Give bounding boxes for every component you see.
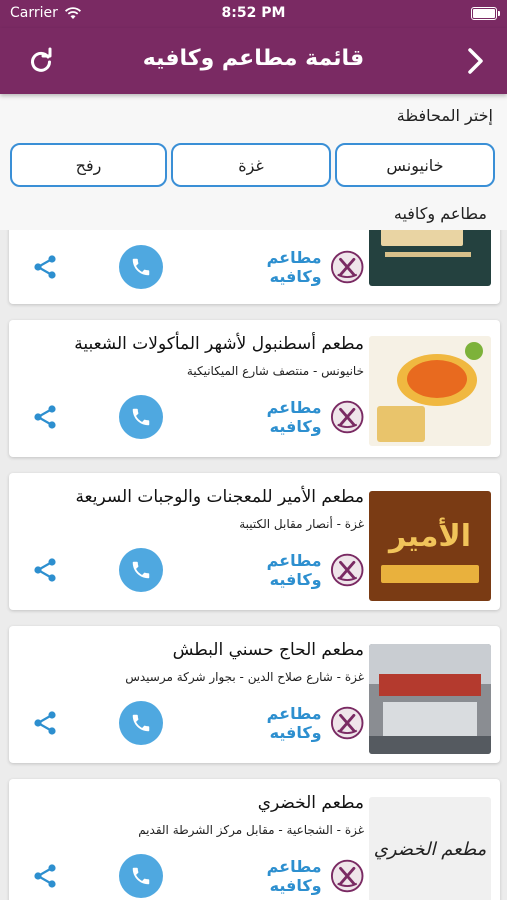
page-title: قائمة مطاعم وكافيه — [142, 46, 365, 71]
status-time: 8:52 PM — [221, 5, 286, 21]
restaurant-card[interactable]: الأمير مطعم الأمير للمعجنات والوجبات الس… — [9, 473, 500, 610]
restaurant-thumbnail — [369, 336, 491, 446]
share-icon[interactable] — [31, 556, 59, 584]
phone-icon — [132, 867, 150, 885]
chip-rafah[interactable]: رفح — [10, 143, 167, 187]
restaurant-badge-icon — [330, 553, 364, 587]
chip-khanyounis[interactable]: خانيونس — [335, 143, 495, 187]
category-tag: مطاعم وكافيه — [214, 397, 364, 437]
restaurant-address: غزة - أنصار مقابل الكتيبة — [239, 517, 364, 531]
nav-bar: قائمة مطاعم وكافيه — [0, 28, 507, 94]
call-button[interactable] — [119, 854, 163, 898]
restaurant-badge-icon — [330, 250, 364, 284]
restaurant-name: مطعم أسطنبول لأشهر المأكولات الشعبية — [74, 334, 364, 354]
restaurant-thumbnail — [369, 644, 491, 754]
section-title: مطاعم وكافيه — [393, 204, 487, 223]
restaurant-badge-icon — [330, 859, 364, 893]
restaurant-list: مطاعم وكافيه مطعم أسطنبول لأشهر المأكولا… — [0, 230, 507, 900]
phone-icon — [132, 258, 150, 276]
share-icon[interactable] — [31, 709, 59, 737]
phone-icon — [132, 408, 150, 426]
battery-icon — [471, 7, 500, 20]
restaurant-name: مطعم الحاج حسني البطش — [172, 640, 364, 660]
category-tag: مطاعم وكافيه — [214, 703, 364, 743]
share-icon[interactable] — [31, 253, 59, 281]
restaurant-badge-icon — [330, 706, 364, 740]
restaurant-card[interactable]: مطعم أسطنبول لأشهر المأكولات الشعبية خان… — [9, 320, 500, 457]
restaurant-address: غزة - شارع صلاح الدين - بجوار شركة مرسيد… — [125, 670, 364, 684]
restaurant-thumbnail: مطعم الخضري — [369, 797, 491, 900]
filter-label: إختر المحافظة — [396, 106, 493, 125]
category-label: مطاعم وكافيه — [266, 398, 322, 436]
category-tag: مطاعم وكافيه — [214, 550, 364, 590]
category-tag: مطاعم وكافيه — [214, 247, 364, 287]
phone-icon — [132, 561, 150, 579]
restaurant-badge-icon — [330, 400, 364, 434]
thumbnail-text: الأمير — [388, 519, 472, 554]
call-button[interactable] — [119, 395, 163, 439]
restaurant-address: خانيونس - منتصف شارع الميكانيكية — [186, 364, 364, 378]
call-button[interactable] — [119, 548, 163, 592]
call-button[interactable] — [119, 245, 163, 289]
restaurant-card[interactable]: مطعم الخضري مطعم الخضري غزة - الشجاعية -… — [9, 779, 500, 900]
phone-icon — [132, 714, 150, 732]
category-label: مطاعم وكافيه — [266, 704, 322, 742]
share-icon[interactable] — [31, 862, 59, 890]
category-label: مطاعم وكافيه — [266, 248, 322, 286]
category-label: مطاعم وكافيه — [266, 551, 322, 589]
restaurant-name: مطعم الأمير للمعجنات والوجبات السريعة — [75, 487, 364, 507]
governorate-filter: إختر المحافظة خانيونس غزة رفح مطاعم وكاف… — [0, 94, 507, 230]
category-label: مطاعم وكافيه — [266, 857, 322, 895]
chevron-right-icon[interactable] — [465, 46, 487, 76]
chip-gaza[interactable]: غزة — [171, 143, 331, 187]
share-icon[interactable] — [31, 403, 59, 431]
call-button[interactable] — [119, 701, 163, 745]
restaurant-thumbnail — [369, 230, 491, 286]
restaurant-card[interactable]: مطعم الحاج حسني البطش غزة - شارع صلاح ال… — [9, 626, 500, 763]
thumbnail-text: مطعم الخضري — [373, 839, 487, 860]
restaurant-card[interactable]: مطاعم وكافيه — [9, 230, 500, 304]
restaurant-address: غزة - الشجاعية - مقابل مركز الشرطة القدي… — [138, 823, 364, 837]
category-tag: مطاعم وكافيه — [214, 856, 364, 896]
status-bar: Carrier 8:52 PM — [0, 0, 507, 28]
restaurant-name: مطعم الخضري — [257, 793, 364, 813]
restaurant-thumbnail: الأمير — [369, 491, 491, 601]
